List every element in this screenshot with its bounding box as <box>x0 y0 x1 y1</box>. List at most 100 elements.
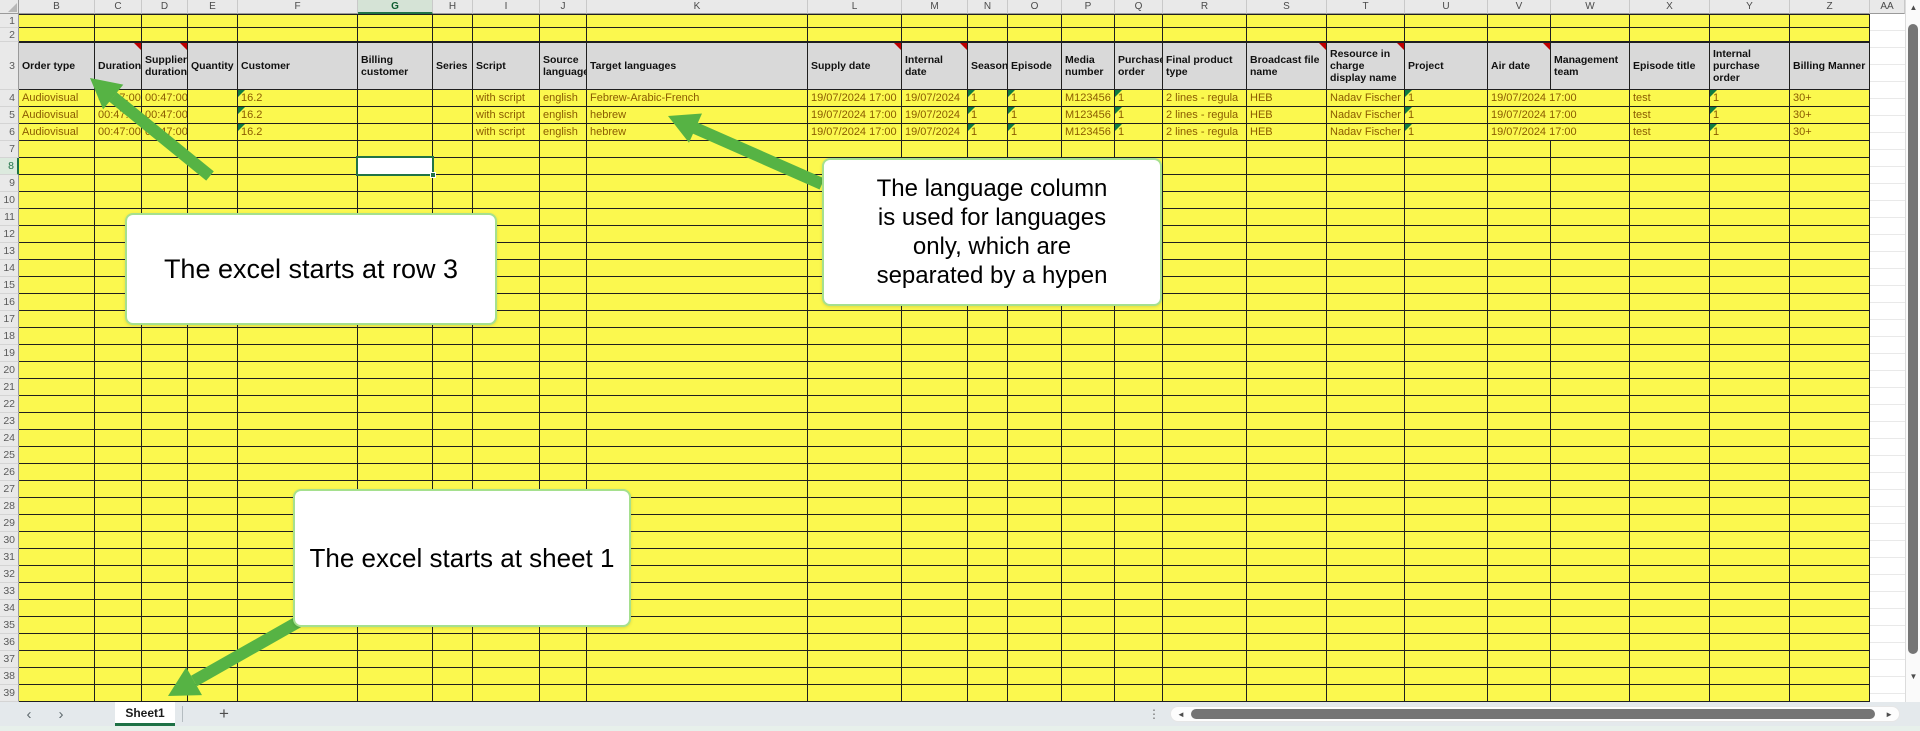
cell-S32[interactable] <box>1247 566 1327 583</box>
cell-V11[interactable] <box>1488 209 1551 226</box>
cell-R39[interactable] <box>1163 685 1247 702</box>
cell-T33[interactable] <box>1327 583 1405 600</box>
cell-Y31[interactable] <box>1710 549 1790 566</box>
cell-C39[interactable] <box>95 685 142 702</box>
row-header-35[interactable]: 35 <box>0 617 19 634</box>
cell-X26[interactable] <box>1630 464 1710 481</box>
column-header-H[interactable]: H <box>433 0 473 14</box>
cell-O18[interactable] <box>1008 328 1062 345</box>
cell-M26[interactable] <box>902 464 968 481</box>
row-header-21[interactable]: 21 <box>0 379 19 396</box>
cell-M7[interactable] <box>902 141 968 158</box>
row-header-22[interactable]: 22 <box>0 396 19 413</box>
cell-W35[interactable] <box>1551 617 1630 634</box>
cell-F9[interactable] <box>238 175 358 192</box>
cell-M22[interactable] <box>902 396 968 413</box>
cell-M25[interactable] <box>902 447 968 464</box>
cell-B7[interactable] <box>19 141 95 158</box>
cell-R30[interactable] <box>1163 532 1247 549</box>
cell-Q29[interactable] <box>1115 515 1163 532</box>
cell-P24[interactable] <box>1062 430 1115 447</box>
cell-G4[interactable] <box>358 90 433 107</box>
cell-J13[interactable] <box>540 243 587 260</box>
cell-J18[interactable] <box>540 328 587 345</box>
cell-E19[interactable] <box>188 345 238 362</box>
cell-Q35[interactable] <box>1115 617 1163 634</box>
cell-X25[interactable] <box>1630 447 1710 464</box>
cell-S18[interactable] <box>1247 328 1327 345</box>
cell-D4[interactable]: 00:47:00 <box>142 90 188 107</box>
cell-B39[interactable] <box>19 685 95 702</box>
cell-P18[interactable] <box>1062 328 1115 345</box>
cell-M23[interactable] <box>902 413 968 430</box>
cell-W13[interactable] <box>1551 243 1630 260</box>
cell-T25[interactable] <box>1327 447 1405 464</box>
cell-L6[interactable]: 19/07/2024 17:00 <box>808 124 902 141</box>
cell-U28[interactable] <box>1405 498 1488 515</box>
cell-T19[interactable] <box>1327 345 1405 362</box>
cell-O22[interactable] <box>1008 396 1062 413</box>
cell-O24[interactable] <box>1008 430 1062 447</box>
column-header-O[interactable]: O <box>1008 0 1062 14</box>
cell-J2[interactable] <box>540 28 587 42</box>
cell-F10[interactable] <box>238 192 358 209</box>
cell-M29[interactable] <box>902 515 968 532</box>
cell-M4[interactable]: 19/07/2024 <box>902 90 968 107</box>
column-header-G[interactable]: G <box>358 0 433 14</box>
cell-K22[interactable] <box>587 396 808 413</box>
cell-T22[interactable] <box>1327 396 1405 413</box>
cell-G6[interactable] <box>358 124 433 141</box>
cell-U8[interactable] <box>1405 158 1488 175</box>
cell-U30[interactable] <box>1405 532 1488 549</box>
cell-X35[interactable] <box>1630 617 1710 634</box>
cell-D2[interactable] <box>142 28 188 42</box>
cell-P3[interactable]: Media number <box>1062 42 1115 90</box>
cell-L4[interactable]: 19/07/2024 17:00 <box>808 90 902 107</box>
cell-X14[interactable] <box>1630 260 1710 277</box>
cell-J5[interactable]: english <box>540 107 587 124</box>
cell-D21[interactable] <box>142 379 188 396</box>
cell-F23[interactable] <box>238 413 358 430</box>
cell-V12[interactable] <box>1488 226 1551 243</box>
cell-S31[interactable] <box>1247 549 1327 566</box>
cell-Z8[interactable] <box>1790 158 1870 175</box>
cell-V31[interactable] <box>1488 549 1551 566</box>
cell-D34[interactable] <box>142 600 188 617</box>
cell-V26[interactable] <box>1488 464 1551 481</box>
row-header-8[interactable]: 8 <box>0 158 19 175</box>
cell-C29[interactable] <box>95 515 142 532</box>
cell-O26[interactable] <box>1008 464 1062 481</box>
cell-D35[interactable] <box>142 617 188 634</box>
cell-W9[interactable] <box>1551 175 1630 192</box>
cell-U2[interactable] <box>1405 28 1488 42</box>
cell-X18[interactable] <box>1630 328 1710 345</box>
cell-J4[interactable]: english <box>540 90 587 107</box>
cell-Z32[interactable] <box>1790 566 1870 583</box>
cell-B6[interactable]: Audiovisual <box>19 124 95 141</box>
cell-D3[interactable]: Supplier duration <box>142 42 188 90</box>
cell-O33[interactable] <box>1008 583 1062 600</box>
cell-M6[interactable]: 19/07/2024 <box>902 124 968 141</box>
cell-B30[interactable] <box>19 532 95 549</box>
cell-V17[interactable] <box>1488 311 1551 328</box>
cell-F2[interactable] <box>238 28 358 42</box>
cell-D22[interactable] <box>142 396 188 413</box>
cell-G38[interactable] <box>358 668 433 685</box>
cell-B9[interactable] <box>19 175 95 192</box>
cell-E31[interactable] <box>188 549 238 566</box>
cell-F39[interactable] <box>238 685 358 702</box>
cell-P7[interactable] <box>1062 141 1115 158</box>
cell-L3[interactable]: Supply date <box>808 42 902 90</box>
cell-B28[interactable] <box>19 498 95 515</box>
cell-T2[interactable] <box>1327 28 1405 42</box>
row-header-9[interactable]: 9 <box>0 175 19 192</box>
cell-M36[interactable] <box>902 634 968 651</box>
cell-J3[interactable]: Source language <box>540 42 587 90</box>
cell-Z31[interactable] <box>1790 549 1870 566</box>
cell-B17[interactable] <box>19 311 95 328</box>
cell-B19[interactable] <box>19 345 95 362</box>
cell-I9[interactable] <box>473 175 540 192</box>
cell-T39[interactable] <box>1327 685 1405 702</box>
cell-C30[interactable] <box>95 532 142 549</box>
cell-T3[interactable]: Resource in charge display name <box>1327 42 1405 90</box>
